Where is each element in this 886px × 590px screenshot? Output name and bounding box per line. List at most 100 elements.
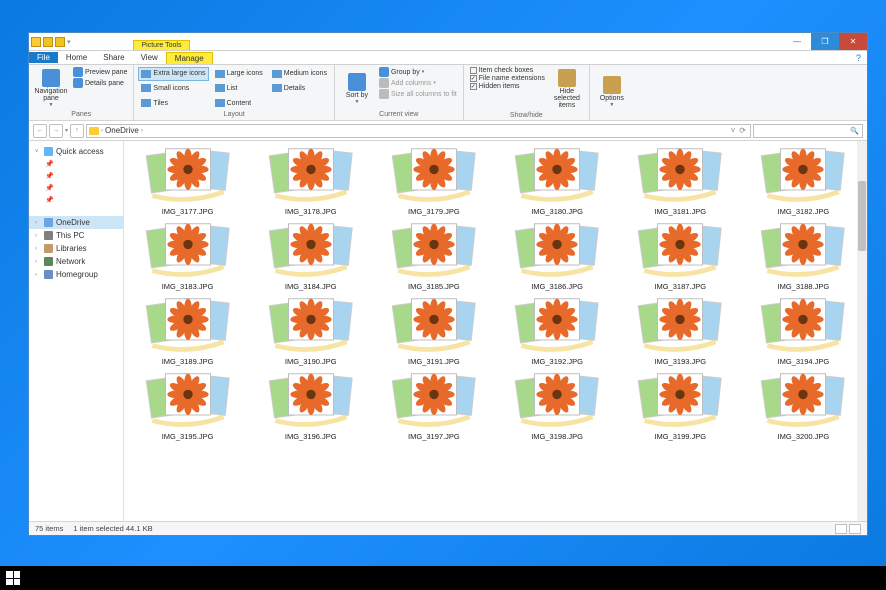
layout-extra-large-icons[interactable]: Extra large icons [138,67,208,81]
ribbon-group-current-view: Sort by ▼ Group by▾ Add columns▾ Size al… [335,65,464,120]
hide-selected-items-button[interactable]: Hide selected items [549,67,585,111]
file-item[interactable]: IMG_3186.JPG [497,220,616,291]
layout-list[interactable]: List [212,82,266,96]
tab-view[interactable]: View [133,52,166,63]
file-item[interactable]: IMG_3191.JPG [374,295,493,366]
minimize-button[interactable]: — [783,33,811,50]
file-item[interactable]: IMG_3194.JPG [744,295,863,366]
nav-homegroup[interactable]: ›Homegroup [29,268,123,281]
preview-pane-button[interactable]: Preview pane [71,67,129,77]
file-item[interactable]: IMG_3189.JPG [128,295,247,366]
file-item[interactable]: IMG_3182.JPG [744,145,863,216]
help-icon[interactable]: ? [850,53,867,63]
layout-details[interactable]: Details [269,82,330,96]
file-item[interactable]: IMG_3178.JPG [251,145,370,216]
qat-icon-1[interactable] [43,37,53,47]
layout-content[interactable]: Content [212,96,266,110]
nav-quick-access[interactable]: ˅Quick access [29,145,123,158]
nav-pin-4[interactable]: 📌 [29,194,123,206]
navigation-pane-button[interactable]: Navigation pane ▼ [33,67,69,110]
group-by-button[interactable]: Group by▾ [377,67,459,77]
up-button[interactable]: ↑ [70,124,84,138]
add-columns-button[interactable]: Add columns▾ [377,78,459,88]
view-details-button[interactable] [835,524,847,534]
layout-large-icons[interactable]: Large icons [212,67,266,81]
start-button[interactable] [6,571,20,585]
file-item[interactable]: IMG_3180.JPG [497,145,616,216]
chevron-down-icon: ▼ [49,103,54,108]
file-item[interactable]: IMG_3200.JPG [744,370,863,441]
file-item[interactable]: IMG_3198.JPG [497,370,616,441]
file-item[interactable]: IMG_3190.JPG [251,295,370,366]
tab-manage[interactable]: Manage [166,52,213,64]
file-label: IMG_3191.JPG [408,357,460,366]
close-button[interactable]: ✕ [839,33,867,50]
nav-pin-3[interactable]: 📌 [29,182,123,194]
ribbon: Navigation pane ▼ Preview pane Details p… [29,65,867,121]
qat-icon-2[interactable] [55,37,65,47]
nav-network[interactable]: ›Network [29,255,123,268]
titlebar: ▾ Picture Tools — ❐ ✕ [29,33,867,51]
file-name-extensions-toggle[interactable]: File name extensions [468,75,547,82]
search-input[interactable]: 🔍 [753,124,863,138]
file-item[interactable]: IMG_3177.JPG [128,145,247,216]
layout-small-icons[interactable]: Small icons [138,82,208,96]
file-label: IMG_3200.JPG [778,432,830,441]
file-label: IMG_3178.JPG [285,207,337,216]
file-item[interactable]: IMG_3192.JPG [497,295,616,366]
file-item[interactable]: IMG_3179.JPG [374,145,493,216]
file-label: IMG_3189.JPG [162,357,214,366]
file-item[interactable]: IMG_3183.JPG [128,220,247,291]
nav-onedrive[interactable]: ›OneDrive [29,216,123,229]
breadcrumb[interactable]: › OneDrive › ˅ ⟳ [86,124,751,138]
file-item[interactable]: IMG_3181.JPG [621,145,740,216]
body: ˅Quick access 📌 📌 📌 📌 ›OneDrive ›This PC… [29,141,867,521]
file-item[interactable]: IMG_3199.JPG [621,370,740,441]
file-list[interactable]: IMG_3177.JPG IMG_3178.JPG [124,141,867,521]
forward-button[interactable]: → [49,124,63,138]
breadcrumb-item[interactable]: OneDrive [105,126,139,135]
qat-dropdown-icon[interactable]: ▾ [67,38,71,46]
file-item[interactable]: IMG_3193.JPG [621,295,740,366]
sort-by-button[interactable]: Sort by ▼ [339,67,375,110]
scrollbar-thumb[interactable] [858,181,866,251]
file-item[interactable]: IMG_3187.JPG [621,220,740,291]
thumbnail-icon [633,220,727,280]
back-button[interactable]: ← [33,124,47,138]
file-item[interactable]: IMG_3197.JPG [374,370,493,441]
details-pane-button[interactable]: Details pane [71,78,129,88]
item-check-boxes-toggle[interactable]: Item check boxes [468,67,547,74]
file-item[interactable]: IMG_3184.JPG [251,220,370,291]
thumbnail-icon [510,295,604,355]
tab-home[interactable]: Home [58,52,95,63]
refresh-icon[interactable]: ⟳ [737,126,748,135]
hidden-items-toggle[interactable]: Hidden items [468,83,547,90]
tab-share[interactable]: Share [95,52,132,63]
file-label: IMG_3196.JPG [285,432,337,441]
nav-pin-2[interactable]: 📌 [29,170,123,182]
history-dropdown-icon[interactable]: ▾ [65,127,68,134]
restore-button[interactable]: ❐ [811,33,839,50]
app-icon [31,37,41,47]
nav-pin-1[interactable]: 📌 [29,158,123,170]
chevron-right-icon[interactable]: › [141,128,143,134]
nav-this-pc[interactable]: ›This PC [29,229,123,242]
thumbnail-icon [264,220,358,280]
view-thumbnails-button[interactable] [849,524,861,534]
options-button[interactable]: Options ▼ [594,67,630,117]
layout-tiles[interactable]: Tiles [138,96,208,110]
file-item[interactable]: IMG_3196.JPG [251,370,370,441]
size-columns-button[interactable]: Size all columns to fit [377,89,459,99]
address-dropdown-icon[interactable]: ˅ [731,126,736,135]
scrollbar[interactable] [857,141,867,521]
chevron-right-icon[interactable]: › [101,128,103,134]
nav-libraries[interactable]: ›Libraries [29,242,123,255]
tab-file[interactable]: File [29,52,58,63]
taskbar[interactable] [0,566,886,590]
layout-medium-icons[interactable]: Medium icons [269,67,330,81]
thumbnail-icon [387,295,481,355]
thumbnail-icon [510,370,604,430]
file-item[interactable]: IMG_3188.JPG [744,220,863,291]
file-item[interactable]: IMG_3185.JPG [374,220,493,291]
file-item[interactable]: IMG_3195.JPG [128,370,247,441]
